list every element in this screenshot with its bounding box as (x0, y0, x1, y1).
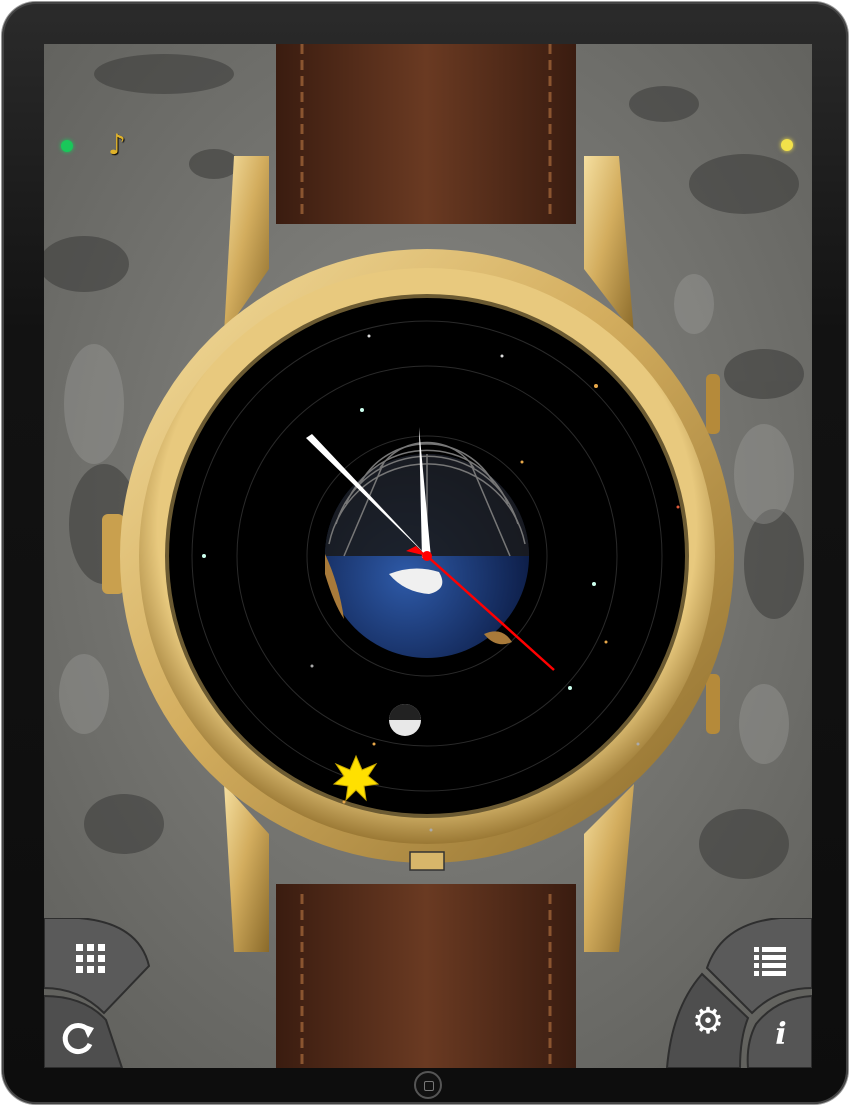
watch-bottom-indicator (409, 851, 445, 871)
watch-strap-top (276, 44, 576, 224)
refresh-button[interactable] (60, 1020, 96, 1056)
watch-pusher (706, 674, 720, 734)
grid-button[interactable] (76, 944, 106, 974)
app-screen: ♪ ⚙ i (44, 44, 812, 1068)
settings-button[interactable]: ⚙ (688, 1004, 728, 1044)
list-icon (754, 947, 786, 976)
moon-icon (389, 704, 421, 736)
watch-strap-bottom (276, 884, 576, 1068)
grid-icon (76, 944, 105, 973)
watch (102, 44, 734, 1068)
list-button[interactable] (754, 946, 786, 976)
info-button[interactable]: i (766, 1020, 796, 1056)
home-button[interactable] (414, 1071, 442, 1099)
hands-pivot (422, 551, 432, 561)
info-icon: i (775, 1017, 787, 1052)
refresh-icon (62, 1023, 94, 1055)
tablet-frame: ♪ ⚙ i (2, 2, 848, 1104)
gear-icon: ⚙ (691, 1001, 725, 1042)
watch-pusher (706, 374, 720, 434)
